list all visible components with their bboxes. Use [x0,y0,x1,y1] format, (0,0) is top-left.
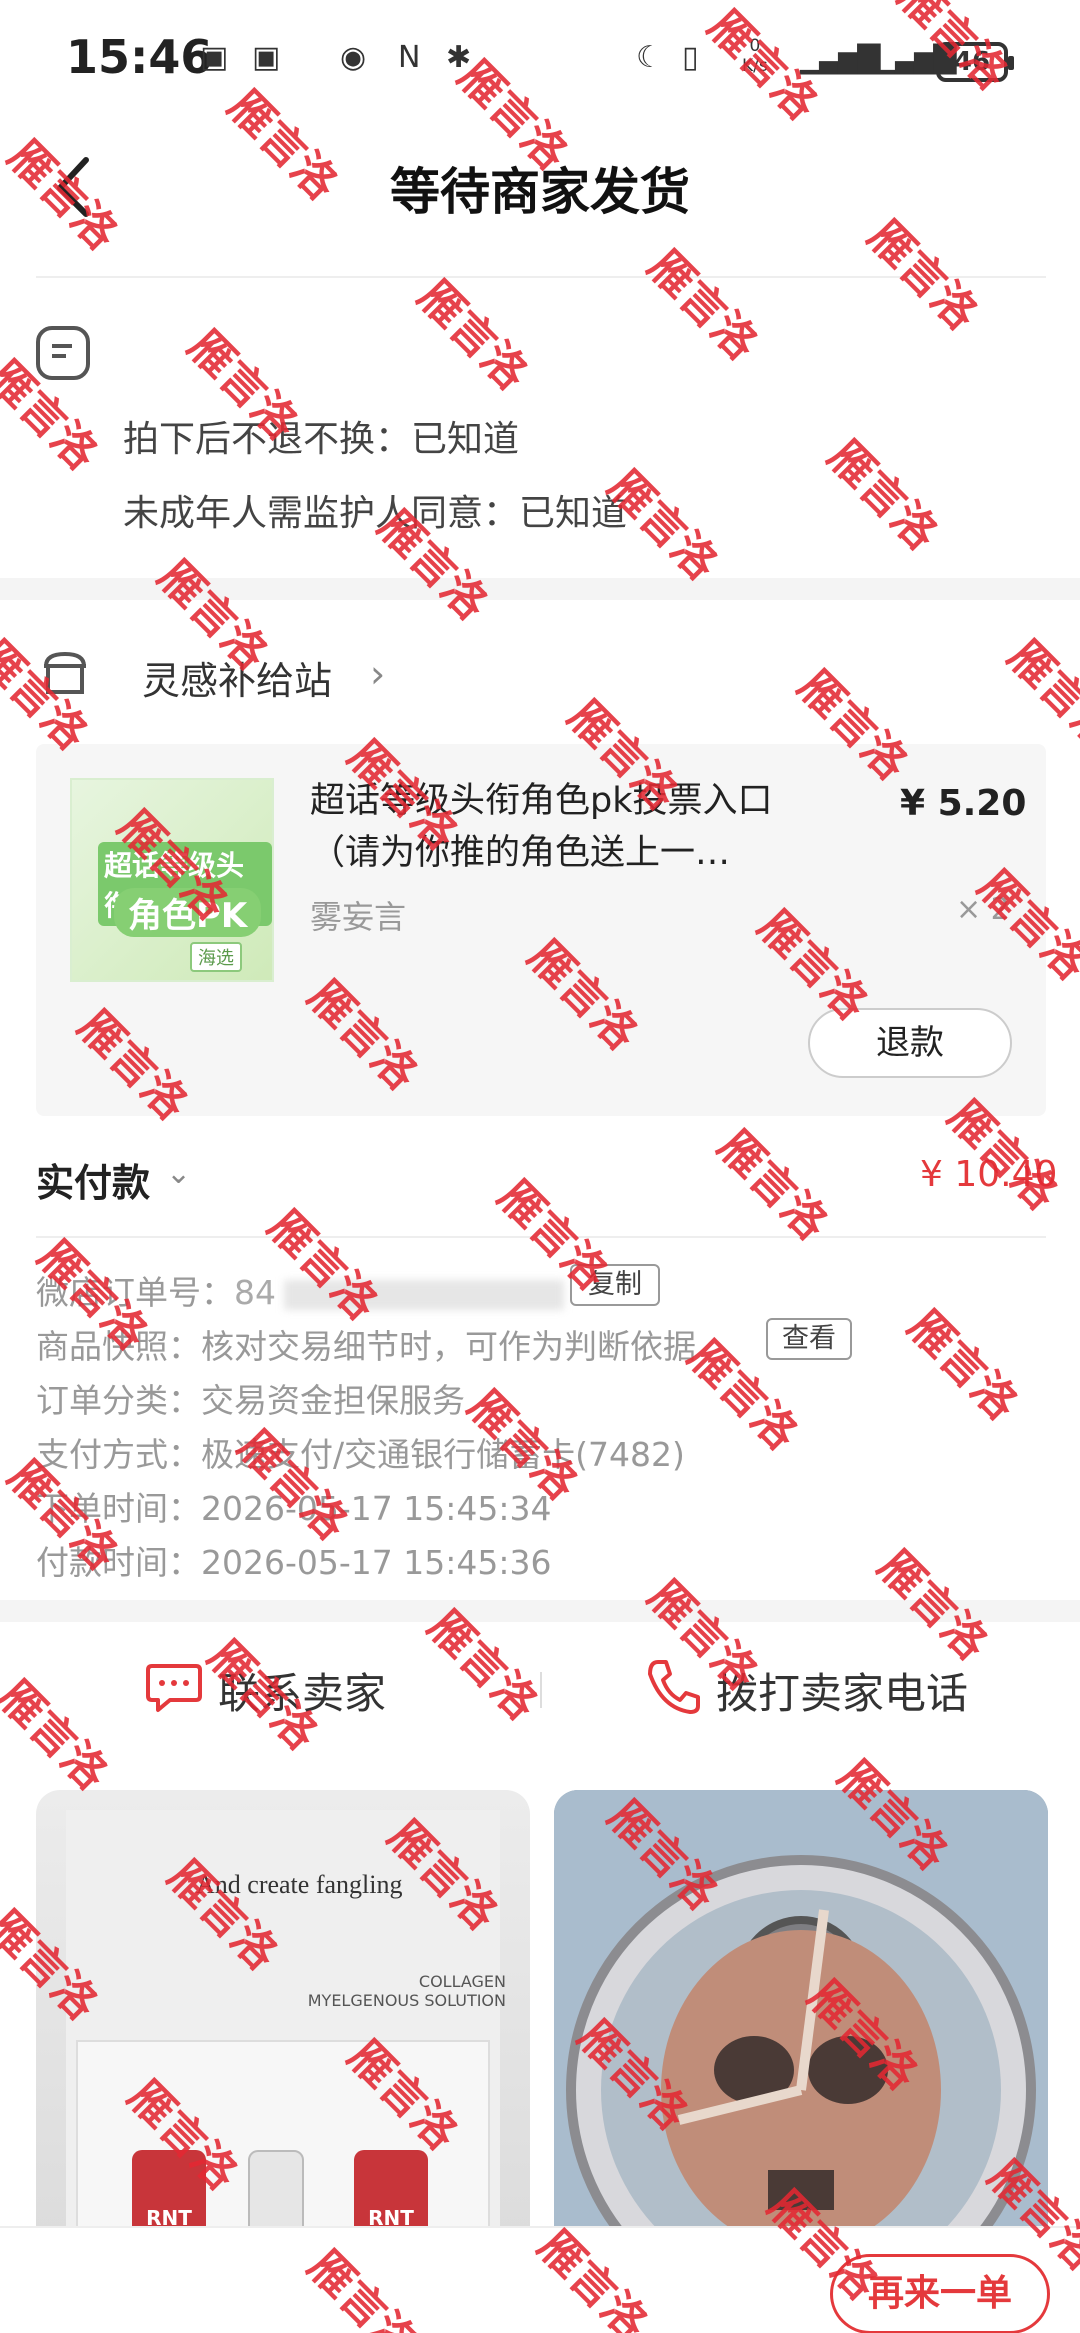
status-time: 15:46 [66,30,213,84]
section-gap [0,1600,1080,1622]
phone-icon[interactable] [644,1656,700,1716]
product-image-text: And create fangling [196,1870,403,1899]
notice-icon [36,326,90,380]
order-number-label: 微店订单号： [36,1273,234,1312]
copy-button[interactable]: 复制 [570,1264,660,1306]
thumb-label: 角色PK [114,888,262,937]
pay-method-value: 极速支付/交通银行储蓄卡(7482) [201,1435,685,1474]
product-image-text: COLLAGEN MYELGENOUS SOLUTION [307,1972,506,2010]
vibrate-icon: ▯ [682,40,699,75]
order-time-label: 下单时间： [36,1489,201,1528]
notice-no-return: 拍下后不退不换：已知道 [123,419,520,460]
snapshot-value: 核对交易细节时，可作为判断依据 [201,1327,696,1366]
pay-time-row: 付款时间：2026-05-17 15:45:36 [36,1536,551,1584]
call-seller-button[interactable]: 拨打卖家电话 [716,1660,968,1721]
paid-label[interactable]: 实付款 [36,1152,150,1207]
store-name[interactable]: 灵感补给站 [142,650,332,705]
chevron-down-icon[interactable]: ⌄ [166,1156,191,1191]
nfc-icon: N [398,40,421,75]
store-icon [40,648,90,696]
order-number-row: 微店订单号：84 [36,1266,564,1314]
order-number-redacted [284,1279,564,1310]
moon-icon: ☾ [636,40,663,75]
pay-time-value: 2026-05-17 15:45:36 [201,1543,552,1582]
thumb-label: 海选 [190,942,242,972]
pay-method-row: 支付方式：极速支付/交通银行储蓄卡(7482) [36,1428,685,1476]
watermark: 雁言洛 [898,1300,1028,1430]
category-label: 订单分类： [36,1381,201,1420]
notification-icon: ▣ [200,40,229,75]
bluetooth-icon: ✱ [446,40,472,75]
watermark: 雁言洛 [708,1120,838,1250]
category-value: 交易资金担保服务 [201,1381,465,1420]
product-title[interactable]: 超话等级头衔角色pk投票入口（请为你推的角色送上一… [310,775,830,879]
snapshot-row: 商品快照：核对交易细节时，可作为判断依据 [36,1320,696,1368]
contact-seller-button[interactable]: 联系卖家 [218,1660,386,1721]
order-number-value: 84 [234,1273,276,1312]
product-price: ¥ 5.20 [900,783,1027,824]
reorder-button[interactable]: 再来一单 [830,2254,1050,2333]
network-speed: 0 K/s [742,36,768,76]
product-variant: 雾妄言 [310,898,407,936]
chevron-right-icon[interactable]: › [370,652,385,696]
notice-minor-consent: 未成年人需监护人同意：已知道 [123,493,628,534]
notification-icon: ▣ [252,40,281,75]
page-title: 等待商家发货 [390,163,690,221]
divider [36,276,1046,278]
snapshot-label: 商品快照： [36,1327,201,1366]
battery-icon: 46 [936,42,1014,82]
category-row: 订单分类：交易资金担保服务 [36,1374,465,1422]
watermark: 雁言洛 [998,630,1080,760]
watermark: 雁言洛 [638,240,768,370]
product-quantity: × 2 [956,892,1010,927]
section-gap [0,578,1080,600]
signal-icon: ▁▃▅▇ [800,40,880,75]
product-thumbnail[interactable]: 超话等级头衔 角色PK 海选 [70,778,274,982]
status-bar: 15:46 ▣ ▣ ◉ N ✱ ☾ ▯ 0 K/s ▁▃▅▇ ▁▃▅▇ 46 [0,0,1080,120]
watermark: 雁言洛 [818,430,948,560]
paid-amount: ¥ 10.40 [920,1154,1058,1195]
order-time-value: 2026-05-17 15:45:34 [201,1489,552,1528]
watermark: 雁言洛 [0,1670,118,1800]
watermark: 雁言洛 [408,270,538,400]
view-snapshot-button[interactable]: 查看 [766,1318,852,1360]
chat-icon[interactable] [144,1656,204,1716]
divider [36,1236,1046,1238]
pay-method-label: 支付方式： [36,1435,201,1474]
pay-time-label: 付款时间： [36,1543,201,1582]
order-time-row: 下单时间：2026-05-17 15:45:34 [36,1482,551,1530]
divider [540,1672,542,1708]
refund-button[interactable]: 退款 [808,1008,1012,1078]
eye-icon: ◉ [340,40,367,75]
